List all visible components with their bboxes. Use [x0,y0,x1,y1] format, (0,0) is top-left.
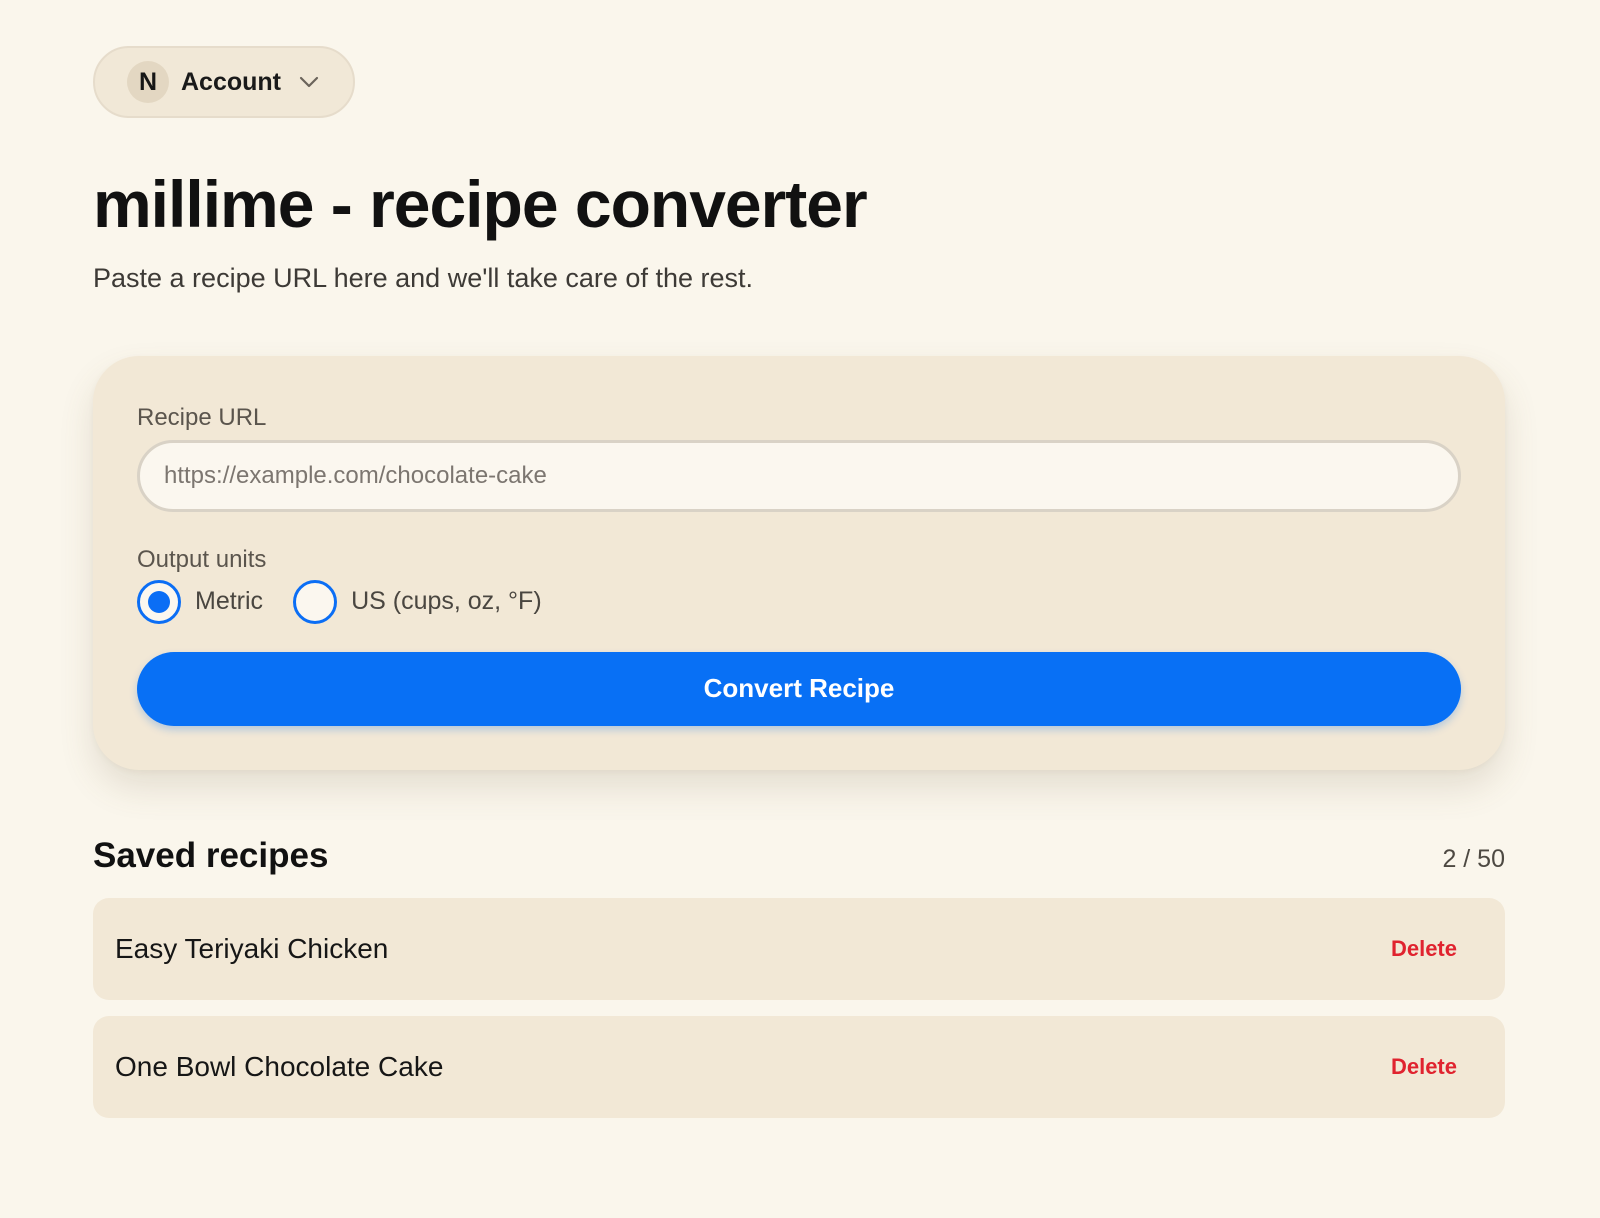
units-option-metric[interactable]: Metric [137,579,264,624]
page: N Account millime - recipe converter Pas… [93,46,1505,1134]
list-item[interactable]: One Bowl Chocolate Cake Delete [93,1015,1505,1118]
radio-metric[interactable] [137,579,181,624]
radio-us[interactable] [293,579,338,624]
output-units-label: Output units [137,545,267,573]
units-option-metric-label: Metric [195,587,264,616]
output-units-group: Metric US (cups, oz, °F) [137,579,1461,624]
saved-recipes-header: Saved recipes 2 / 50 [93,836,1505,876]
delete-recipe-button[interactable]: Delete [1391,1054,1457,1080]
list-item[interactable]: Easy Teriyaki Chicken Delete [93,897,1505,1000]
saved-recipes-list: Easy Teriyaki Chicken Delete One Bowl Ch… [93,897,1505,1118]
recipe-name[interactable]: One Bowl Chocolate Cake [115,1051,443,1083]
saved-recipes-title: Saved recipes [93,835,329,875]
page-subtitle: Paste a recipe URL here and we'll take c… [93,262,753,293]
radio-selected-dot [148,590,170,613]
account-menu-button[interactable]: N Account [93,46,355,118]
account-label: Account [181,67,281,96]
delete-recipe-button[interactable]: Delete [1391,936,1457,962]
recipe-name[interactable]: Easy Teriyaki Chicken [115,933,388,965]
recipe-url-label: Recipe URL [137,403,267,431]
units-option-us[interactable]: US (cups, oz, °F) [293,579,542,624]
convert-recipe-button[interactable]: Convert Recipe [137,651,1461,726]
saved-recipes-count: 2 / 50 [1442,844,1505,873]
page-title: millime - recipe converter [93,167,868,241]
avatar: N [127,61,169,103]
recipe-url-input[interactable] [137,439,1461,512]
units-option-us-label: US (cups, oz, °F) [351,587,542,616]
converter-card: Recipe URL Output units Metric US (cups,… [93,355,1505,770]
chevron-down-icon [299,72,319,92]
